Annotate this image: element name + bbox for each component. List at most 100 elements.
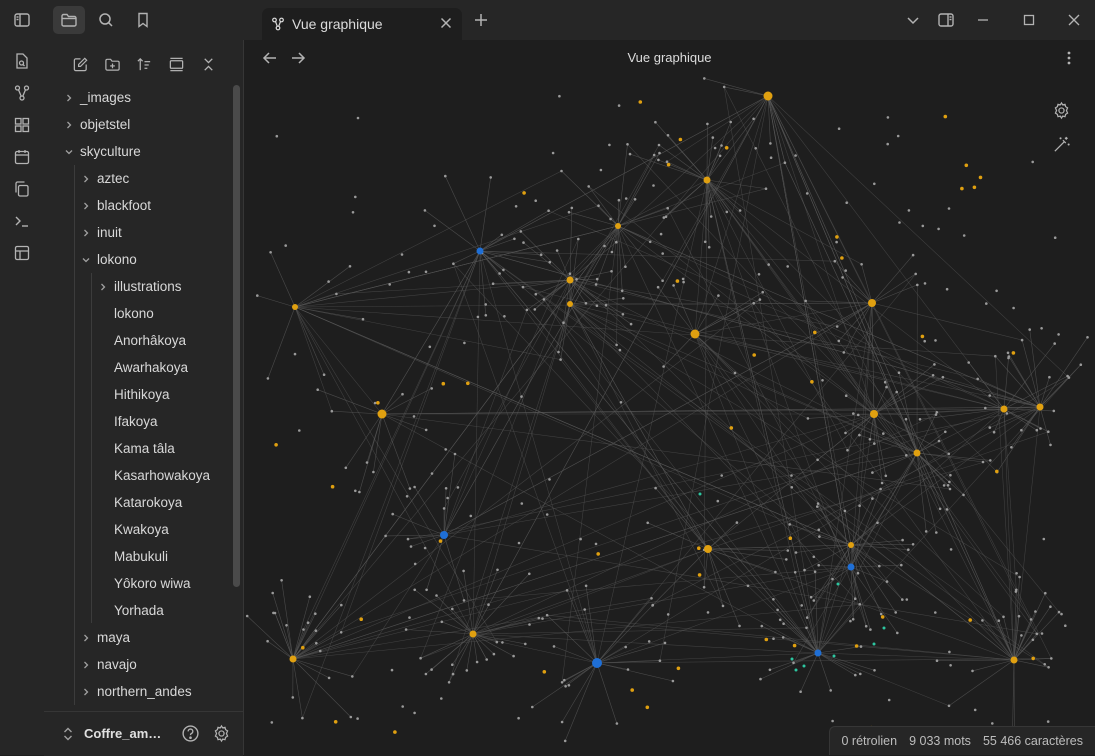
graph-node[interactable] <box>401 253 404 256</box>
graph-node[interactable] <box>1047 720 1050 723</box>
chevron-right-icon[interactable] <box>80 165 92 192</box>
graph-node[interactable] <box>298 429 301 432</box>
graph-node[interactable] <box>949 474 952 477</box>
graph-node[interactable] <box>362 318 365 321</box>
graph-node[interactable] <box>682 278 685 281</box>
graph-node[interactable] <box>1028 328 1031 331</box>
folder-item[interactable]: objetstel <box>80 111 130 138</box>
graph-node[interactable] <box>967 361 970 364</box>
graph-node[interactable] <box>860 645 863 648</box>
graph-node[interactable] <box>658 152 661 155</box>
graph-node[interactable] <box>627 668 630 671</box>
graph-node[interactable] <box>963 234 966 237</box>
graph-node[interactable] <box>708 246 711 249</box>
graph-node[interactable] <box>408 271 411 274</box>
graph-node[interactable] <box>445 487 448 490</box>
graph-node[interactable] <box>873 643 876 646</box>
graph-node[interactable] <box>765 187 768 190</box>
graph-node[interactable] <box>882 432 885 435</box>
graph-node[interactable] <box>900 564 903 567</box>
graph-node[interactable] <box>331 410 334 413</box>
graph-hub-node[interactable] <box>1037 404 1044 411</box>
graph-node[interactable] <box>566 589 569 592</box>
graph-node[interactable] <box>1041 632 1044 635</box>
graph-node[interactable] <box>860 263 863 266</box>
graph-node[interactable] <box>729 121 732 124</box>
graph-node[interactable] <box>546 513 549 516</box>
graph-node[interactable] <box>717 294 720 297</box>
graph-node[interactable] <box>995 470 999 474</box>
graph-node[interactable] <box>564 685 567 688</box>
graph-node[interactable] <box>425 673 428 676</box>
graph-node[interactable] <box>857 572 860 575</box>
graph-node[interactable] <box>657 286 660 289</box>
graph-node[interactable] <box>873 669 876 672</box>
graph-node[interactable] <box>1020 634 1023 637</box>
graph-node[interactable] <box>805 627 808 630</box>
graph-node[interactable] <box>444 175 447 178</box>
graph-node[interactable] <box>492 282 495 285</box>
graph-node[interactable] <box>947 484 950 487</box>
graph-node[interactable] <box>413 589 416 592</box>
graph-node[interactable] <box>922 225 925 228</box>
graph-node[interactable] <box>726 211 729 214</box>
graph-node[interactable] <box>595 543 598 546</box>
graph-node[interactable] <box>562 321 565 324</box>
graph-node[interactable] <box>934 339 937 342</box>
file-item[interactable]: Awarhakoya <box>114 354 188 381</box>
graph-node[interactable] <box>502 269 505 272</box>
graph-node[interactable] <box>818 535 821 538</box>
graph-node[interactable] <box>888 699 891 702</box>
open-command-palette-button[interactable] <box>10 209 34 233</box>
graph-node[interactable] <box>622 313 625 316</box>
graph-node[interactable] <box>897 135 900 138</box>
graph-node[interactable] <box>579 538 582 541</box>
auto-reveal-button[interactable] <box>164 52 188 76</box>
graph-node[interactable] <box>622 297 625 300</box>
graph-node[interactable] <box>697 546 701 550</box>
graph-node[interactable] <box>772 637 775 640</box>
graph-node[interactable] <box>1049 605 1052 608</box>
graph-node[interactable] <box>794 154 797 157</box>
graph-node[interactable] <box>493 653 496 656</box>
graph-node[interactable] <box>477 316 480 319</box>
graph-node[interactable] <box>948 207 951 210</box>
graph-node[interactable] <box>354 490 357 493</box>
graph-node[interactable] <box>314 612 317 615</box>
graph-node[interactable] <box>896 632 899 635</box>
graph-node[interactable] <box>351 675 354 678</box>
graph-node[interactable] <box>981 619 984 622</box>
graph-node[interactable] <box>710 215 713 218</box>
graph-node[interactable] <box>736 521 739 524</box>
graph-node[interactable] <box>677 667 681 671</box>
minimize-button[interactable] <box>967 6 999 34</box>
graph-node[interactable] <box>629 153 632 156</box>
graph-node[interactable] <box>937 228 940 231</box>
graph-node[interactable] <box>831 578 834 581</box>
graph-node[interactable] <box>971 670 974 673</box>
graph-node[interactable] <box>936 411 939 414</box>
graph-hub-node[interactable] <box>290 656 297 663</box>
graph-node[interactable] <box>440 697 443 700</box>
graph-node[interactable] <box>485 314 488 317</box>
graph-node[interactable] <box>501 234 504 237</box>
graph-node[interactable] <box>806 192 809 195</box>
graph-node[interactable] <box>792 662 795 665</box>
graph-node[interactable] <box>782 622 785 625</box>
graph-hub-node[interactable] <box>848 564 855 571</box>
sort-button[interactable] <box>132 52 156 76</box>
graph-node[interactable] <box>626 143 629 146</box>
graph-node[interactable] <box>583 608 586 611</box>
graph-node[interactable] <box>323 373 326 376</box>
file-item[interactable]: Kama tâla <box>114 435 175 462</box>
graph-node[interactable] <box>814 571 817 574</box>
graph-node[interactable] <box>985 302 988 305</box>
graph-node[interactable] <box>340 631 343 634</box>
graph-node[interactable] <box>818 529 821 532</box>
graph-node[interactable] <box>723 86 726 89</box>
graph-settings-button[interactable] <box>1048 97 1074 123</box>
graph-node[interactable] <box>272 612 275 615</box>
graph-node[interactable] <box>704 241 707 244</box>
graph-node[interactable] <box>657 159 660 162</box>
folder-item[interactable]: skyculture <box>80 138 141 165</box>
